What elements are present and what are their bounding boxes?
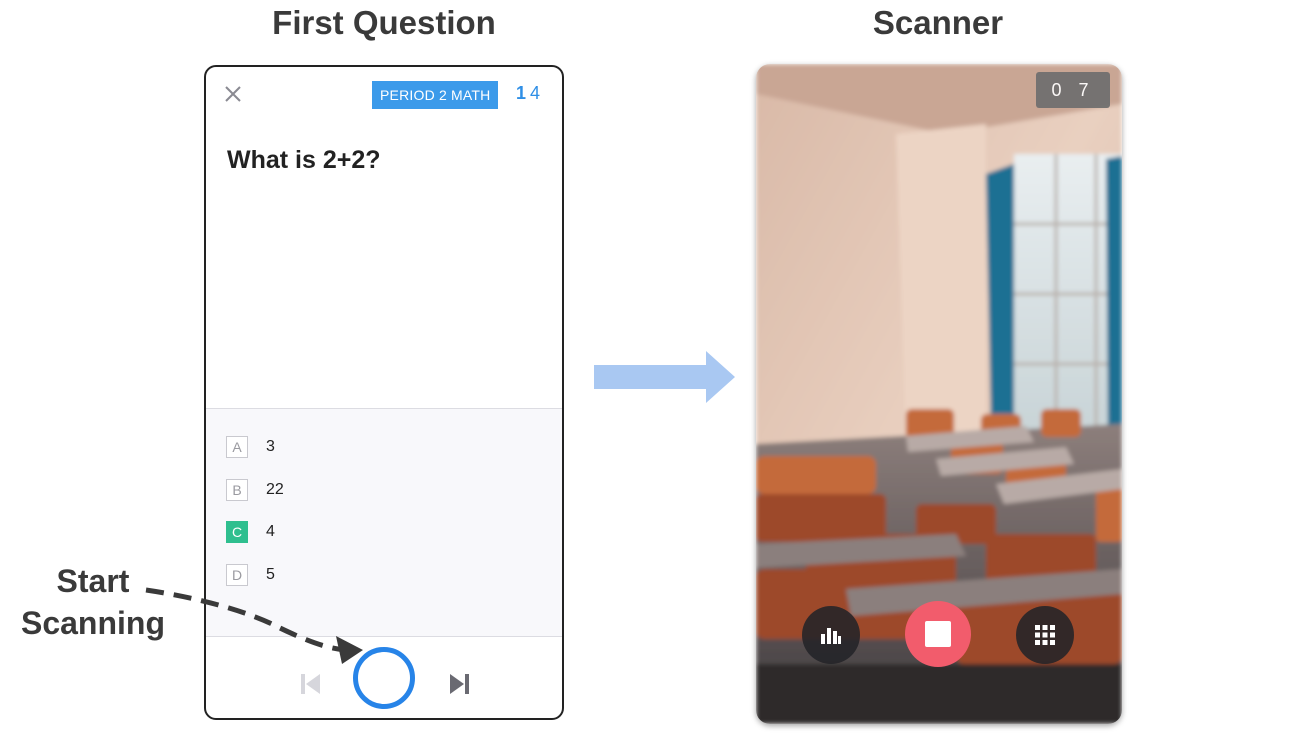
stop-icon bbox=[925, 621, 951, 647]
scanner-screen: 0 7 bbox=[756, 64, 1122, 724]
answer-option-c[interactable]: C 4 bbox=[226, 520, 275, 544]
question-screen: PERIOD 2 MATH 14 What is 2+2? A 3 B 22 C… bbox=[204, 65, 564, 720]
stats-button[interactable] bbox=[802, 606, 860, 664]
scan-counter: 0 7 bbox=[1036, 72, 1110, 108]
close-icon[interactable] bbox=[222, 83, 244, 105]
annotation-line-2: Scanning bbox=[20, 605, 165, 641]
question-total: 4 bbox=[530, 83, 541, 103]
answer-option-b[interactable]: B 22 bbox=[226, 478, 284, 502]
start-scanning-annotation: Start Scanning bbox=[20, 560, 166, 644]
answer-text: 3 bbox=[266, 438, 275, 455]
bottom-toolbar bbox=[206, 637, 562, 718]
class-badge[interactable]: PERIOD 2 MATH bbox=[372, 81, 499, 109]
answer-text: 5 bbox=[266, 566, 275, 583]
answer-option-d[interactable]: D 5 bbox=[226, 563, 275, 587]
question-text: What is 2+2? bbox=[227, 146, 381, 174]
question-counter: 14 bbox=[516, 83, 540, 104]
annotation-line-1: Start bbox=[56, 563, 130, 599]
first-question-title: First Question bbox=[272, 4, 496, 41]
previous-question-icon[interactable] bbox=[298, 671, 324, 697]
bar-chart-icon bbox=[821, 628, 841, 644]
answer-list: A 3 B 22 C 4 D 5 bbox=[206, 408, 562, 637]
answer-letter: B bbox=[226, 479, 248, 501]
start-scan-button[interactable] bbox=[353, 647, 415, 709]
answer-letter-correct: C bbox=[226, 521, 248, 543]
stop-scan-button[interactable] bbox=[905, 601, 971, 667]
answer-text: 4 bbox=[266, 523, 275, 540]
answer-letter: D bbox=[226, 564, 248, 586]
scanner-title: Scanner bbox=[872, 4, 1004, 41]
answer-text: 22 bbox=[266, 481, 284, 498]
grid-icon bbox=[1035, 625, 1055, 645]
current-question-number: 1 bbox=[516, 83, 527, 103]
grid-view-button[interactable] bbox=[1016, 606, 1074, 664]
next-question-icon[interactable] bbox=[446, 671, 472, 697]
flow-arrow bbox=[594, 351, 735, 403]
answer-option-a[interactable]: A 3 bbox=[226, 435, 275, 459]
answer-letter: A bbox=[226, 436, 248, 458]
